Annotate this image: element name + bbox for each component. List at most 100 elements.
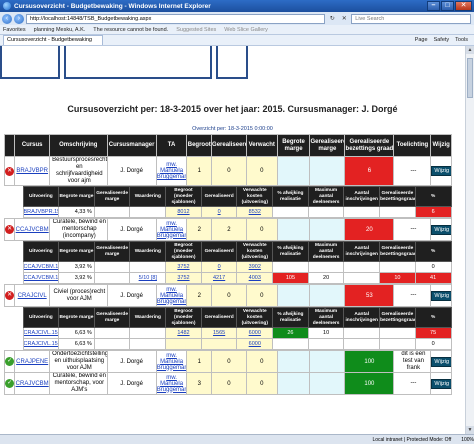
favorite-item[interactable]: Web Slice Gallery — [224, 27, 268, 33]
favorite-item[interactable]: Suggested Sites — [176, 27, 216, 33]
course-description: Curatele, bewind en mentorschap, voor AJ… — [49, 372, 108, 395]
course-row: ✓ CRAJVCBM Curatele, bewind en mentorschap… — [3, 372, 452, 395]
begrote-marge-value — [276, 350, 311, 373]
subtable-header-row: Uitvoering Begrote marge Gerealiseerde mar… — [22, 186, 452, 207]
url-input[interactable]: http://localhost:14848/TSB_Budgetbewakin… — [25, 13, 326, 24]
wijzig-button[interactable]: Wijzig — [431, 290, 451, 301]
tab-cursusoverzicht[interactable]: Cursusoverzicht - Budgetbewaking — [3, 35, 103, 45]
course-code-link[interactable]: CRAJPENE — [14, 350, 51, 373]
subtable-column-header: Maximum aantal deelnemers — [307, 307, 345, 328]
wijzig-button[interactable]: Wijzig — [431, 356, 451, 367]
subtable-column-header: Verwachte kosten (uitvoering) — [236, 241, 274, 262]
begroot-value: 2 — [186, 284, 213, 307]
execution-aantal — [343, 338, 381, 350]
stop-icon[interactable]: ✕ — [339, 14, 349, 24]
begrote-marge-value — [276, 218, 311, 241]
execution-begrote-marge: 3,92 % — [58, 261, 95, 273]
execution-begroot: 3752 — [165, 272, 202, 284]
wijzig-button[interactable]: Wijzig — [431, 378, 451, 389]
subtable-column-header: Gerealiseerde marge — [93, 307, 131, 328]
tab-bar: Cursusoverzicht - Budgetbewaking Page Sa… — [0, 35, 474, 46]
scroll-thumb[interactable] — [467, 58, 473, 98]
execution-code-link[interactable]: CCAJVCBM.1401 — [22, 261, 60, 273]
execution-aantal — [343, 261, 381, 273]
ie-icon — [3, 2, 11, 10]
execution-code-link[interactable]: BRAJVBPR.1501 — [22, 206, 60, 218]
course-code-link[interactable]: CRAJVCBM — [14, 372, 51, 395]
execution-bezetting: 10 — [379, 272, 416, 284]
course-code-link[interactable]: BRAJVBPR — [14, 156, 51, 186]
execution-waardering — [129, 327, 167, 339]
execution-pct: 75 — [414, 327, 452, 339]
course-ta-link[interactable]: mw. Manuela Bruggeman — [155, 218, 188, 241]
subtable-column-header: Gerealiseerd — [200, 241, 238, 262]
gerealiseerd-value: 0 — [211, 372, 247, 395]
subtable-column-header: % — [414, 307, 452, 328]
maximize-button[interactable]: □ — [441, 1, 454, 11]
column-header: Toelichting — [393, 134, 432, 157]
course-ta-link[interactable]: mw. Manuela Bruggeman — [155, 350, 188, 373]
close-button[interactable]: ✕ — [455, 1, 472, 11]
favorite-item[interactable]: The resource cannot be found. — [93, 27, 168, 33]
scroll-down-icon[interactable]: ▼ — [466, 426, 474, 434]
begrote-marge-value — [276, 372, 311, 395]
search-input[interactable]: Live Search — [351, 13, 472, 24]
execution-code-link[interactable]: CCAJVCBM.1501 — [22, 272, 60, 284]
execution-begroot — [165, 338, 202, 350]
subtable-column-header: Gerealiseerde bezettingsgraad — [379, 307, 416, 328]
course-code-link[interactable]: CRAJCIVL — [14, 284, 51, 307]
column-header: TA — [155, 134, 188, 157]
gerealiseerd-marge-value — [309, 156, 346, 186]
page-menu[interactable]: Page — [415, 37, 428, 43]
safety-menu[interactable]: Safety — [434, 37, 450, 43]
wijzig-button[interactable]: Wijzig — [431, 224, 451, 235]
minimize-button[interactable]: – — [427, 1, 440, 11]
back-arrow-icon[interactable]: ‹ — [2, 13, 12, 24]
favorite-item[interactable]: planning Mesku, A.K. — [34, 27, 86, 33]
course-ta-link[interactable]: mw. Manuela Bruggeman — [155, 372, 188, 395]
tools-menu[interactable]: Tools — [455, 37, 468, 43]
course-code-link[interactable]: CCAJVCBM — [14, 218, 51, 241]
execution-row: CCAJVCBM.15013,92 %5/10 [8]3752421740031… — [22, 272, 452, 284]
execution-code-link[interactable]: CRAJCIVL.1502 — [22, 338, 60, 350]
execution-verwacht: 4003 — [236, 272, 274, 284]
subtable-column-header: Verwachte kosten (uitvoering) — [236, 307, 274, 328]
page-title: Cursusoverzicht per: 18-3-2015 over het … — [67, 104, 398, 114]
execution-subtable-row: Uitvoering Begrote marge Gerealiseerde mar… — [4, 240, 452, 285]
check-circle-icon: ✓ — [5, 357, 14, 366]
execution-row: CRAJCIVL.15026,63 % 6000 0 — [22, 338, 452, 350]
verwacht-value: 0 — [245, 218, 278, 241]
column-header: Verwacht — [245, 134, 278, 157]
favorites-button[interactable]: Favorites — [3, 27, 26, 33]
header-image-box — [216, 46, 248, 79]
column-header: Gerealiseerde bezettings graad — [344, 134, 395, 157]
column-header: Omschrijving — [49, 134, 108, 157]
execution-max: 20 — [307, 272, 345, 284]
subtable-column-header: Aantal inschrijvingen — [343, 241, 381, 262]
zoom-level[interactable]: 100% — [461, 437, 474, 443]
toelichting-value: --- — [393, 372, 432, 395]
column-header — [3, 134, 16, 157]
execution-code-link[interactable]: CRAJCIVL.1501 — [22, 327, 60, 339]
gerealiseerd-value: 0 — [211, 156, 247, 186]
subtable-column-header: Uitvoering — [22, 307, 60, 328]
forward-arrow-icon[interactable]: › — [13, 13, 24, 24]
course-ta-link[interactable]: mw. Manuela Bruggeman — [155, 284, 188, 307]
verwacht-value: 0 — [245, 156, 278, 186]
begrote-marge-value — [276, 284, 311, 307]
gerealiseerd-value: 2 — [211, 218, 247, 241]
refresh-icon[interactable]: ↻ — [327, 14, 337, 24]
scroll-up-icon[interactable]: ▲ — [466, 46, 474, 54]
execution-table: Uitvoering Begrote marge Gerealiseerde mar… — [22, 307, 452, 350]
course-ta-link[interactable]: mw. Manuela Bruggeman — [155, 156, 188, 186]
toelichting-value: --- — [393, 156, 432, 186]
execution-aantal — [343, 206, 381, 218]
vertical-scrollbar[interactable]: ▲ ▼ — [465, 46, 474, 434]
execution-begrote-marge: 6,63 % — [58, 338, 95, 350]
execution-max — [307, 206, 345, 218]
execution-verwacht: 6000 — [236, 338, 274, 350]
course-manager: J. Dorgé — [106, 350, 157, 373]
wijzig-button[interactable]: Wijzig — [431, 166, 451, 176]
execution-subtable-row: Uitvoering Begrote marge Gerealiseerde mar… — [4, 306, 452, 351]
gerealiseerd-value: 0 — [211, 284, 247, 307]
